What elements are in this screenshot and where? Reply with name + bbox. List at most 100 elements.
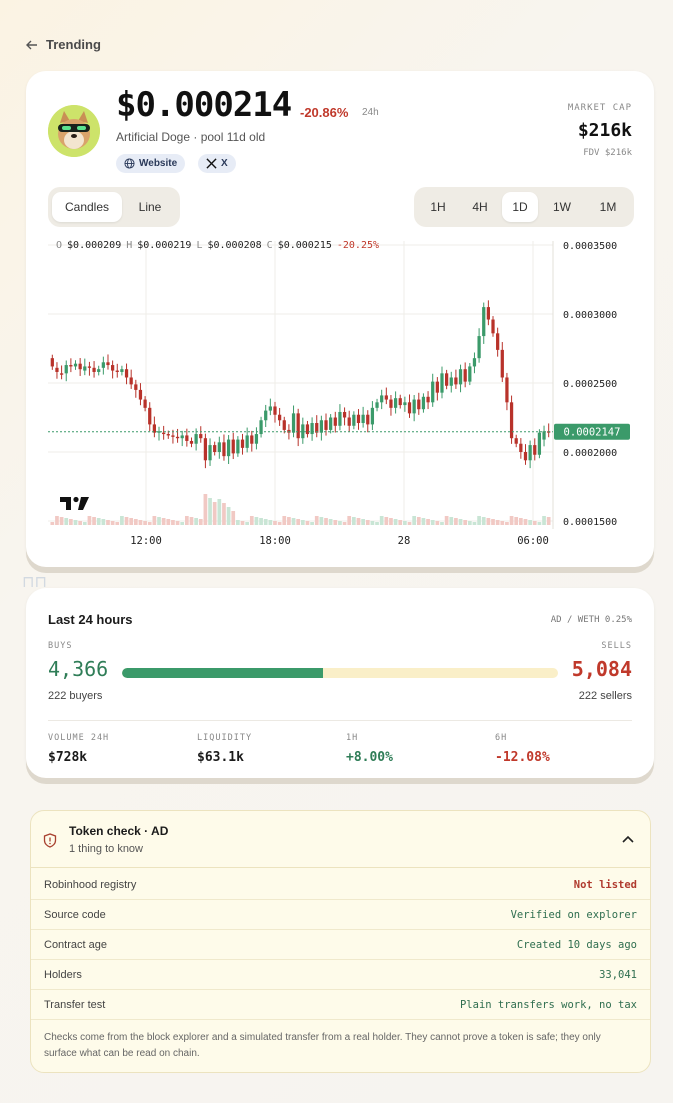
volume-bar: [514, 517, 519, 525]
candle: [505, 377, 509, 403]
volume-bar: [259, 518, 263, 525]
volume-bar: [435, 521, 440, 525]
volume-bar: [282, 516, 287, 525]
candle: [120, 369, 124, 372]
candle: [213, 445, 217, 452]
volume-bar: [222, 503, 226, 525]
back-link[interactable]: Trending: [26, 37, 101, 52]
ohlc-open-key: O: [56, 240, 63, 251]
candle: [166, 434, 170, 436]
candle: [366, 414, 370, 425]
website-label: Website: [139, 158, 178, 169]
token-price: $0.000214: [116, 85, 292, 125]
last-24h-title: Last 24 hours: [48, 612, 133, 627]
volume-bar: [240, 521, 245, 525]
volume-bar: [319, 517, 324, 525]
candle: [431, 381, 435, 403]
volume-bar: [356, 518, 361, 525]
candle: [59, 373, 64, 375]
volume-bar: [59, 517, 64, 525]
volume-bar: [421, 518, 426, 525]
volume-bar: [393, 519, 398, 525]
chevron-up-icon[interactable]: [622, 835, 634, 843]
divider: [48, 720, 632, 721]
candle: [208, 445, 212, 461]
volume-bar: [305, 521, 310, 525]
volume-bar: [69, 519, 73, 525]
candle: [73, 363, 78, 367]
candle: [407, 402, 412, 414]
candle: [458, 369, 463, 385]
candle: [305, 424, 310, 435]
candle: [496, 333, 500, 350]
candle: [134, 384, 138, 390]
volume-bar: [64, 518, 69, 525]
x-tick-label: 18:00: [259, 535, 291, 547]
ohlc-high: $0.000219: [137, 240, 192, 251]
price-chart[interactable]: O $0.000209 H $0.000219 L $0.000208 C $0.000…: [48, 237, 633, 552]
stat-6h-label: 6H: [495, 733, 508, 743]
candle: [69, 365, 73, 367]
mode-line[interactable]: Line: [124, 192, 176, 222]
volume-bar: [384, 517, 389, 525]
buy-sell-ratio-bar: [122, 668, 558, 678]
volume-bar: [449, 517, 454, 525]
candle: [412, 399, 416, 414]
volume-bar: [291, 518, 296, 525]
timeframe-1h[interactable]: 1H: [418, 192, 458, 222]
timeframe-1m[interactable]: 1M: [586, 192, 630, 222]
timeframe-1d[interactable]: 1D: [502, 192, 538, 222]
volume-bar: [236, 520, 240, 525]
x-tick-label: 12:00: [130, 535, 162, 547]
buys-count: 4,366: [48, 657, 109, 681]
volume-bar: [277, 522, 282, 525]
shield-alert-icon: [43, 833, 57, 848]
x-link[interactable]: X: [198, 154, 236, 173]
candle: [472, 358, 477, 367]
candle: [500, 349, 504, 378]
y-tick-label: 0.0002500: [563, 379, 617, 390]
stat-volume: VOLUME 24H $728k: [48, 733, 109, 765]
candle: [375, 402, 379, 408]
volume-bar: [245, 522, 250, 525]
candle: [194, 434, 198, 444]
candle: [426, 396, 430, 403]
candle: [189, 440, 194, 444]
token-check-panel: Token check · AD 1 thing to know Robinho…: [30, 810, 651, 1073]
volume-bar: [426, 519, 430, 525]
candle: [250, 435, 254, 444]
website-link[interactable]: Website: [116, 154, 186, 173]
candle: [92, 367, 96, 372]
mode-candles[interactable]: Candles: [52, 192, 122, 222]
volume-bar: [333, 520, 338, 525]
volume-bar: [92, 517, 96, 525]
token-card: $0.000214 -20.86% 24h Artificial Doge · …: [26, 71, 654, 567]
check-row-transfer: Transfer test Plain transfers work, no t…: [31, 990, 650, 1020]
timeframe-4h[interactable]: 4H: [460, 192, 500, 222]
volume-bar: [161, 518, 166, 525]
chart-mode-toggle: Candles Line: [48, 187, 180, 227]
candle: [83, 366, 87, 371]
candle: [393, 398, 398, 408]
candle: [370, 407, 375, 425]
candle: [64, 365, 68, 374]
ohlc-close: $0.000215: [277, 240, 332, 251]
volume-bar: [249, 516, 254, 525]
candle: [282, 420, 286, 430]
candle: [449, 377, 453, 386]
timeframe-1w[interactable]: 1W: [540, 192, 584, 222]
volume-bar: [338, 521, 342, 525]
candle: [542, 431, 546, 440]
volume-bar: [416, 517, 421, 525]
candle: [528, 445, 532, 461]
candle: [509, 402, 514, 439]
candlestick-svg: 0.0002147 0.0003500 0.0003000 0.0002500 0.00…: [48, 241, 630, 547]
candle: [482, 307, 486, 337]
token-check-header[interactable]: Token check · AD 1 thing to know: [31, 811, 650, 868]
volume-bar: [50, 522, 55, 525]
volume-bar: [542, 516, 546, 525]
check-row-source: Source code Verified on explorer: [31, 900, 650, 930]
candle: [342, 411, 347, 418]
volume-bar: [389, 518, 393, 525]
candle: [398, 398, 402, 406]
